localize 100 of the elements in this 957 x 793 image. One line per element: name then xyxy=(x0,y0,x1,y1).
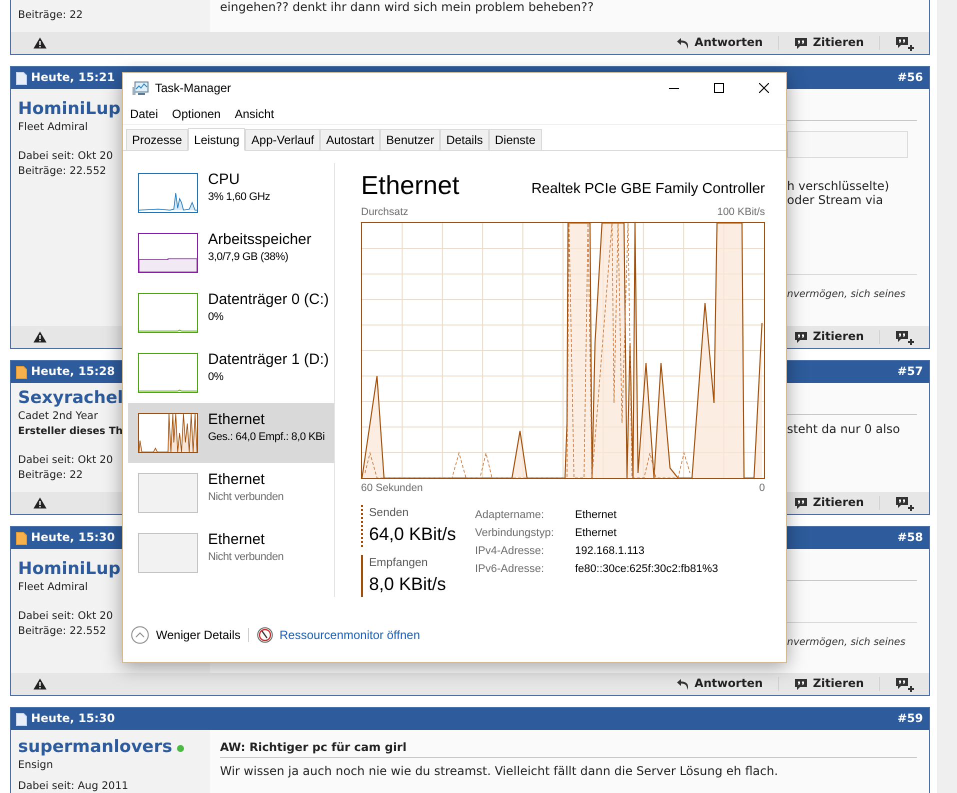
graph-span-label: 60 Sekunden xyxy=(361,481,423,495)
graph-label: Durchsatz xyxy=(361,205,408,219)
join-date: Dabei seit: Aug 2011 xyxy=(18,779,128,793)
resource-name: Ethernet xyxy=(208,470,266,490)
warning-icon[interactable] xyxy=(33,331,47,343)
quote-bubble-icon xyxy=(794,678,808,690)
resource-detail: 0% xyxy=(208,370,224,384)
post-count: Beiträge: 22.552 xyxy=(18,624,106,639)
warning-icon[interactable] xyxy=(33,37,47,49)
username-link[interactable]: supermanlovers xyxy=(18,736,172,758)
username-link[interactable]: Sexyrachel xyxy=(18,387,124,409)
join-date: Dabei seit: Okt 20 xyxy=(18,609,113,624)
post-time: Heute, 15:21 xyxy=(31,69,115,86)
quote-link[interactable]: Zitieren xyxy=(794,494,864,512)
resource-name: Datenträger 1 (D:) xyxy=(208,350,329,370)
post-text: steht da nur 0 also xyxy=(787,422,901,436)
quote-bubble-icon xyxy=(794,330,808,344)
resource-name: Ethernet xyxy=(208,530,266,550)
resource-name: Arbeitsspeicher xyxy=(208,230,312,250)
tab[interactable]: Details xyxy=(440,129,489,150)
post-number[interactable]: #56 xyxy=(897,69,924,87)
graph-max-label: 100 KBit/s xyxy=(717,205,765,219)
signature-text: nvermögen, sich seines xyxy=(787,636,906,650)
multi-quote-icon[interactable] xyxy=(895,36,915,50)
resource-item[interactable]: Arbeitsspeicher 3,0/7,9 GB (38%) xyxy=(128,223,334,283)
resource-item[interactable]: Datenträger 0 (C:) 0% xyxy=(128,283,334,343)
property-label: IPv4-Adresse: xyxy=(475,544,546,559)
warning-icon[interactable] xyxy=(33,678,47,690)
post-text: Wir wissen ja auch noch nie wie du streamst. Vielleicht fällt dann die Server Lösung eh flach. xyxy=(220,764,780,778)
post-time: Heute, 15:28 xyxy=(31,363,115,380)
user-rank: Ensign xyxy=(18,758,53,773)
resource-name: Datenträger 0 (C:) xyxy=(208,290,329,310)
user-rank: Fleet Admiral xyxy=(18,120,88,135)
signature-text: nvermögen, sich seines xyxy=(787,288,906,302)
tab[interactable]: App-Verlauf xyxy=(245,129,320,150)
post-text: h verschlüsselte) xyxy=(787,179,890,193)
quote-link[interactable]: Zitieren xyxy=(794,34,864,52)
post-time: Heute, 15:30 xyxy=(31,710,115,728)
user-rank: Cadet 2nd Year xyxy=(18,409,98,424)
tab[interactable]: Autostart xyxy=(320,129,380,150)
post-count: Beiträge: 22 xyxy=(18,468,83,483)
send-label: Senden xyxy=(369,506,410,521)
detail-title: Ethernet xyxy=(361,169,460,201)
fewer-details-button[interactable]: Weniger Details xyxy=(131,626,240,644)
resource-detail: Nicht verbunden xyxy=(208,490,284,504)
post-number[interactable]: #57 xyxy=(897,363,924,381)
post-number[interactable]: #59 xyxy=(897,710,924,728)
user-role: Ersteller dieses Th xyxy=(18,425,123,439)
resource-detail: 3,0/7,9 GB (38%) xyxy=(208,250,290,264)
post-count: Beiträge: 22 xyxy=(18,8,83,23)
join-date: Dabei seit: Okt 20 xyxy=(18,453,113,468)
multi-quote-icon[interactable] xyxy=(895,676,915,692)
tab[interactable]: Prozesse xyxy=(126,129,188,150)
tab[interactable]: Dienste xyxy=(488,129,542,150)
reply-link[interactable]: Antworten xyxy=(676,675,763,693)
username-link[interactable]: HominiLup xyxy=(18,98,120,120)
receive-label: Empfangen xyxy=(369,556,429,571)
tab[interactable]: Leistung xyxy=(188,128,246,151)
resource-item[interactable]: Ethernet Ges.: 64,0 Empf.: 8,0 KBi xyxy=(128,403,334,463)
menu-item[interactable]: Datei xyxy=(130,104,158,122)
resource-detail: 0% xyxy=(208,310,224,324)
resource-item[interactable]: Datenträger 1 (D:) 0% xyxy=(128,343,334,403)
post-text: oder Stream via xyxy=(787,193,884,207)
post-title: AW: Richtiger pc für cam girl xyxy=(220,740,408,754)
window-title: Task-Manager xyxy=(155,80,232,97)
property-value: fe80::30ce:625f:30c2:fb81%3 xyxy=(575,562,718,577)
resource-item[interactable]: Ethernet Nicht verbunden xyxy=(128,523,334,583)
quote-bubble-icon xyxy=(794,36,808,50)
resource-detail: Nicht verbunden xyxy=(208,550,284,564)
multi-quote-icon[interactable] xyxy=(895,496,915,510)
resource-item[interactable]: Ethernet Nicht verbunden xyxy=(128,463,334,523)
join-date: Dabei seit: Okt 20 xyxy=(18,149,113,164)
username-link[interactable]: HominiLup xyxy=(18,558,120,580)
reply-link[interactable]: Antworten xyxy=(676,34,763,52)
resource-item[interactable]: CPU 3% 1,60 GHz xyxy=(128,163,334,223)
resource-name: CPU xyxy=(208,170,241,190)
menu-item[interactable]: Optionen xyxy=(172,104,221,122)
resource-detail: Ges.: 64,0 Empf.: 8,0 KBi xyxy=(208,430,325,444)
property-value: 192.168.1.113 xyxy=(575,544,645,559)
menu-item[interactable]: Ansicht xyxy=(234,104,274,122)
post-number[interactable]: #58 xyxy=(897,529,924,547)
chevron-up-circle-icon xyxy=(131,626,149,644)
warning-icon[interactable] xyxy=(33,497,47,509)
graph-min-label: 0 xyxy=(759,481,765,495)
reply-arrow-icon xyxy=(676,678,690,690)
property-value: Ethernet xyxy=(575,526,617,541)
quote-link[interactable]: Zitieren xyxy=(794,328,864,346)
post-time: Heute, 15:30 xyxy=(31,529,115,546)
property-label: IPv6-Adresse: xyxy=(475,562,546,577)
monitor-graph-icon xyxy=(132,80,149,96)
tab[interactable]: Benutzer xyxy=(380,129,440,150)
property-label: Adaptername: xyxy=(475,508,546,523)
gauge-icon xyxy=(257,627,274,643)
property-value: Ethernet xyxy=(575,508,617,523)
quote-link[interactable]: Zitieren xyxy=(794,675,864,693)
post-text: eingehen?? denkt ihr dann wird sich mein problem beheben?? xyxy=(220,0,595,14)
property-label: Verbindungstyp: xyxy=(475,526,555,541)
resource-monitor-link[interactable]: Ressourcenmonitor öffnen xyxy=(279,626,420,644)
multi-quote-icon[interactable] xyxy=(895,330,915,344)
close-icon xyxy=(758,83,768,93)
